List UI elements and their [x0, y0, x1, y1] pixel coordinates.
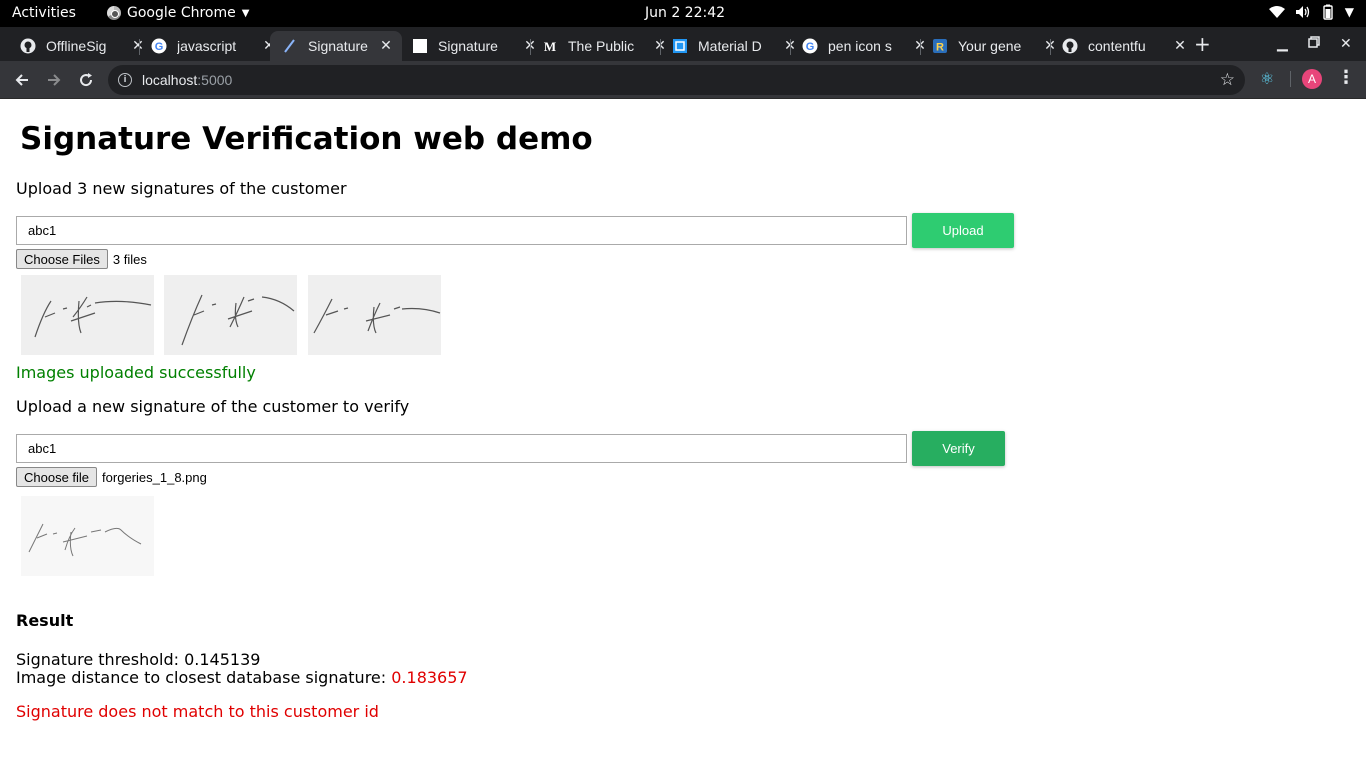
- blank-page-icon: [412, 38, 428, 54]
- activities-button[interactable]: Activities: [12, 5, 76, 21]
- toolbar-divider: [1290, 71, 1291, 87]
- restore-icon[interactable]: [1308, 36, 1320, 52]
- selected-files-count: 3 files: [112, 251, 147, 267]
- upload-section-label: Upload 3 new signatures of the customer: [16, 179, 347, 198]
- verify-file-picker: Choose file forgeries_1_8.png: [16, 467, 207, 487]
- tab-signature[interactable]: Signature ✕: [400, 31, 546, 61]
- pen-icon: [282, 38, 298, 54]
- distance-line: Image distance to closest database signa…: [16, 668, 468, 687]
- distance-label: Image distance to closest database signa…: [16, 668, 392, 687]
- url-text: localhost:5000: [142, 72, 233, 88]
- medium-icon: M: [542, 38, 558, 54]
- svg-text:R: R: [936, 42, 944, 54]
- upload-success-message: Images uploaded successfully: [16, 363, 256, 382]
- forward-arrow-icon[interactable]: [41, 67, 67, 93]
- github-icon: [1062, 38, 1078, 54]
- upload-file-picker: Choose Files 3 files: [16, 249, 147, 269]
- r-icon: R: [932, 38, 948, 54]
- wifi-icon: [1268, 5, 1285, 19]
- google-icon: G: [802, 38, 818, 54]
- battery-icon: [1321, 4, 1335, 20]
- tab-title: Your gene: [958, 38, 1022, 54]
- page-title: Signature Verification web demo: [20, 121, 593, 157]
- svg-text:G: G: [155, 41, 164, 53]
- tab-offlinesig[interactable]: OfflineSig ✕: [8, 31, 154, 61]
- tab-contentful[interactable]: contentfu ✕: [1050, 31, 1196, 61]
- upload-button[interactable]: Upload: [912, 213, 1014, 248]
- system-tray[interactable]: ▼: [1268, 4, 1354, 20]
- bookmark-star-icon[interactable]: ☆: [1220, 70, 1235, 90]
- profile-avatar[interactable]: A: [1302, 69, 1322, 89]
- app-menu-label: Google Chrome: [127, 5, 236, 21]
- tab-title: OfflineSig: [46, 38, 107, 54]
- threshold-line: Signature threshold: 0.145139: [16, 650, 260, 669]
- site-info-icon[interactable]: i: [118, 73, 132, 87]
- selected-file-name: forgeries_1_8.png: [102, 469, 207, 485]
- power-menu-chevron-icon: ▼: [1344, 5, 1354, 19]
- tab-pen-icon-search[interactable]: G pen icon s ✕: [790, 31, 936, 61]
- result-heading: Result: [16, 611, 74, 630]
- upload-customer-id-input[interactable]: [16, 216, 907, 245]
- choose-file-button[interactable]: Choose file: [16, 467, 98, 487]
- system-top-bar: Activities Google Chrome ▼ Jun 2 22:42 ▼: [0, 0, 1366, 27]
- tab-javascript[interactable]: G javascript ✕: [139, 31, 285, 61]
- tab-strip: OfflineSig ✕ G javascript ✕ Signature ✕ …: [0, 27, 1366, 61]
- tab-title: pen icon s: [828, 38, 892, 54]
- volume-icon: [1295, 5, 1311, 19]
- new-tab-button[interactable]: +: [1194, 34, 1211, 54]
- verify-customer-id-input[interactable]: [16, 434, 907, 463]
- tab-title: Material D: [698, 38, 762, 54]
- chrome-icon: [107, 6, 121, 20]
- verify-section-label: Upload a new signature of the customer t…: [16, 397, 410, 416]
- close-window-icon[interactable]: ✕: [1340, 36, 1352, 52]
- uploaded-signature-image: [164, 275, 297, 355]
- uploaded-signature-image: [21, 275, 154, 355]
- react-devtools-icon[interactable]: ⚛: [1258, 70, 1276, 88]
- page-content: Signature Verification web demo Upload 3…: [0, 99, 1366, 768]
- more-menu-icon[interactable]: ⋮: [1337, 67, 1355, 88]
- minimize-icon[interactable]: ▁: [1277, 36, 1288, 52]
- verify-button[interactable]: Verify: [912, 431, 1005, 466]
- tab-title: javascript: [177, 38, 237, 54]
- tab-title: Signature: [438, 38, 498, 54]
- tab-the-public[interactable]: M The Public ✕: [530, 31, 676, 61]
- threshold-value: 0.145139: [184, 650, 261, 669]
- distance-value: 0.183657: [391, 668, 468, 687]
- clock[interactable]: Jun 2 22:42: [645, 5, 725, 21]
- verification-verdict: Signature does not match to this custome…: [16, 702, 379, 721]
- uploaded-signature-image: [308, 275, 441, 355]
- address-bar[interactable]: i localhost:5000 ☆: [108, 65, 1245, 95]
- reload-icon[interactable]: [73, 67, 99, 93]
- choose-files-button[interactable]: Choose Files: [16, 249, 108, 269]
- tab-title: contentfu: [1088, 38, 1146, 54]
- tab-title: Signature: [308, 38, 368, 54]
- svg-text:G: G: [806, 41, 815, 53]
- close-icon[interactable]: ✕: [378, 38, 394, 54]
- tab-title: The Public: [568, 38, 635, 54]
- browser-toolbar: i localhost:5000 ☆: [0, 61, 1366, 99]
- tab-material-design[interactable]: Material D ✕: [660, 31, 806, 61]
- chevron-down-icon: ▼: [241, 7, 250, 19]
- verify-signature-image: [21, 496, 154, 576]
- tab-signature-active[interactable]: Signature ✕: [270, 31, 402, 61]
- svg-text:M: M: [544, 39, 556, 54]
- github-icon: [20, 38, 36, 54]
- threshold-label: Signature threshold:: [16, 650, 185, 669]
- close-icon[interactable]: ✕: [1172, 38, 1188, 54]
- google-icon: G: [151, 38, 167, 54]
- back-arrow-icon[interactable]: [9, 67, 35, 93]
- tab-your-generated[interactable]: R Your gene ✕: [920, 31, 1066, 61]
- app-menu[interactable]: Google Chrome ▼: [107, 5, 249, 21]
- material-icon: [672, 38, 688, 54]
